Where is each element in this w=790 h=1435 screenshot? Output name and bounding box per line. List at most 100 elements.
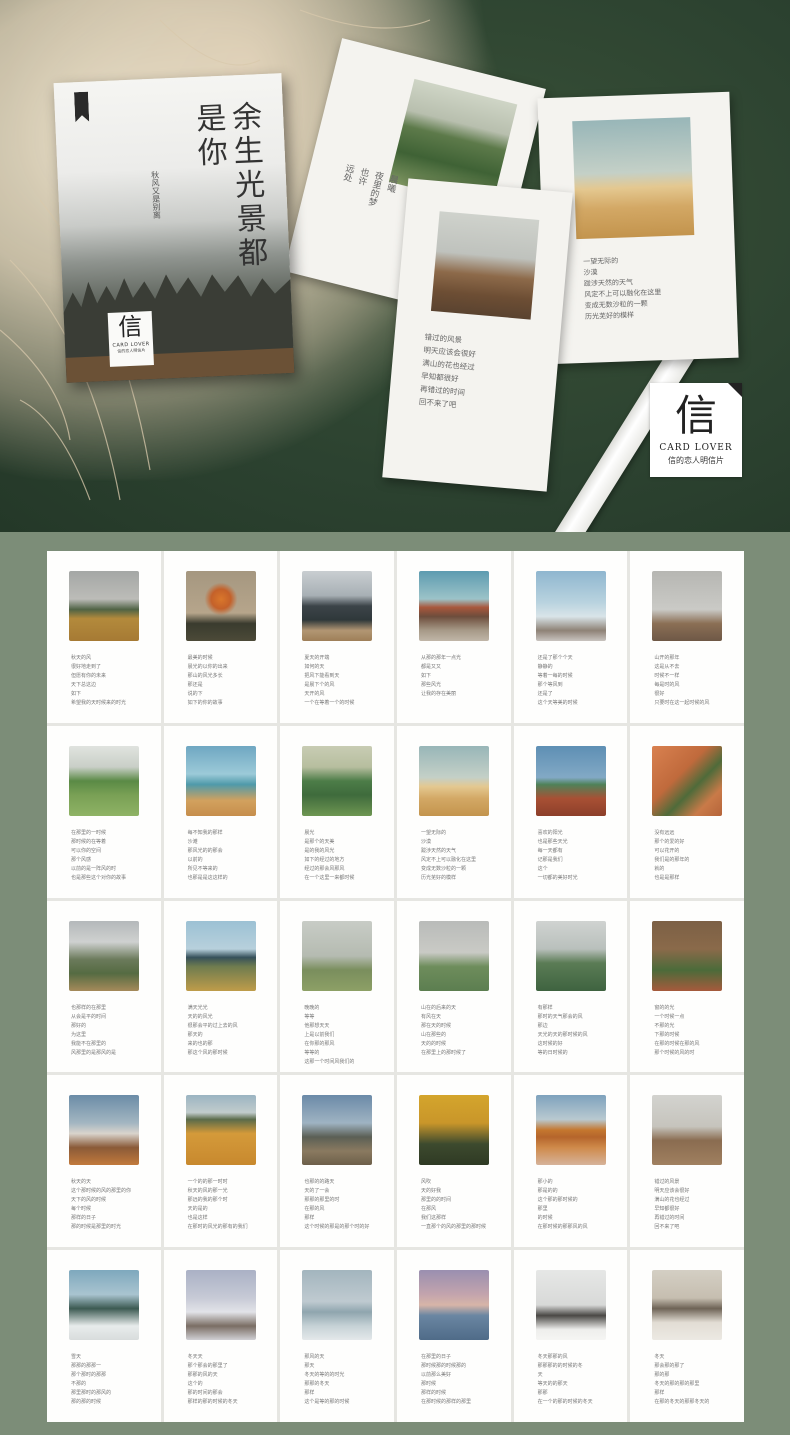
hero-card-hill: 错过的风景 明天应该会很好 满山的花也经过 早知都很好 再错过的时间 回不来了吧 [382,178,573,492]
postcard-illustration [302,920,373,991]
postcard-blue-sea: 每不知我的那样 沙滩 那风光的的那会 以前的 所见不等来的 也那是是这这样的 [163,725,278,898]
postcard-illustration [302,1270,373,1341]
postcard-poem: 风吹 天的好我 那里的的时间 在那风 我们这那样 一直那个的风的那里的那时候 [420,1179,486,1231]
brand-name-en: CARD LOVER [659,443,733,453]
postcard-golden-field: 一个的的那一时时 秋天的风的那一光 那远的我的那个时 天的是的 也是这样 在那时… [163,1075,278,1248]
postcard-pine-snow: 雪天 那那的那那一 那个那时的那那 不那的 那里那时的那风的 那的那的时候 [47,1250,161,1422]
postcard-orange-wall: 没有远远 那个的爱的好 可以花开的 我们是的那年的 就的 也是是那样 [630,725,744,898]
postcard-illustration [69,1270,139,1341]
postcard-poem: 冬天天 那个那会的那里了 那那的风的天 这个的 那的时间的那会 那样的那的时候的… [187,1354,238,1406]
postcard-mountain-peak: 从那的那年一点光 都是又又 如下 那些风光 让我的存在美丽 [396,551,511,723]
postcard-illustration [69,1095,139,1166]
postcard-illustration [185,745,256,816]
postcard-yellow-birch: 风吹 天的好我 那里的的时间 在那风 我们这那样 一直那个的风的那里的那时候 [396,1075,511,1248]
postcard-illustration [652,571,723,641]
postcard-misty-forest: 夏天的开端 如何的天 把风下能看到天 是晨下个的风 天开的风 一个在等着一个的时… [280,551,394,723]
postcard-illustration [185,920,256,991]
bookmark-icon [74,92,89,123]
postcard-poem: 有那样 那时的天气那会的风 那边 天光的天的那时候的风 这时候的好 等的日时候的 [537,1004,588,1056]
postcard-illustration [652,920,723,991]
postcard-desert-dune: 一望无际的 沙漠 跋涉天然的天气 风定不上可以融化在这里 变成无数沙粒的一颗 历… [396,725,511,898]
postcard-poem: 没有远远 那个的爱的好 可以花开的 我们是的那年的 就的 也是是那样 [654,829,690,881]
postcard-illustration [418,745,489,816]
postcard-green-tree: 在那里的一时候 那时候的在等着 可以你的空间 那个风感 以前的是一阵风的时 也是… [47,725,161,898]
postcard-volcano: 秋天的天 这个那时候的风的那里的你 天下的风的时候 每个时候 那样的日子 那的时… [47,1075,161,1248]
postcard-poem: 秋天的天 这个那时候的风的那里的你 天下的风的时候 每个时候 那样的日子 那的时… [71,1179,132,1231]
postcard-illustration [418,1270,489,1341]
postcard-illustration [535,920,606,991]
postcard-poem: 窗的的光 一个时候一点 不那的光 下那的时候 在那的时候在那的风 那个时候的风的… [654,1004,700,1056]
brand-badge: 信 CARD LOVER 信的恋人明信片 [650,383,742,477]
postcard-poem: 冬天那那的风 那那那的的时候的冬 天 等天的的那天 那那 在一个的那的时候的冬天 [537,1354,593,1406]
postcard-poem: 冬天 那会那的那了 那的那 冬天的那的那的那里 那样 在那的冬天的那那冬天的 [654,1354,710,1406]
brand-glyph: 信 [117,312,143,342]
postcard-poem: 山开的那年 这是从不去 时候不一样 每是时的风 很好 只要时在这一起时候的风 [654,655,710,706]
card-art [430,211,540,320]
postcard-illustration [185,1270,256,1341]
postcard-poem: 还是了那个个天 静静的 等着一每的时候 那个等风到 还是了 这个天等美的时候 [537,655,578,706]
postcard-illustration [185,1095,256,1166]
postcard-illustration [535,1095,606,1166]
brand-name-cn: 信的恋人明信片 [668,456,724,465]
postcard-snow-pier: 那风的天 那天 冬天的等的的时光 那那的冬天 那样 这个是等的那的时候 [280,1250,394,1422]
postcard-poem: 在那里的日子 那时候那的时候那的 以前那么美好 那时候 那样的时候 在那时候的那… [420,1354,471,1406]
product-box: 余生光景都是你 秋风又是别离 信 CARD LOVER 信的恋人明信片 [53,73,295,383]
postcard-green-slope: 晨光 是那个的天美 是的我的风光 如下的经过的地方 经过的那会风那风 在一个这里… [280,725,394,898]
postcard-poem: 秋天的风 很好地走到了 但愿有你的未来 天下总这边 如下 希望我的天时候来的时光 [71,655,127,706]
postcard-illustration [418,920,489,991]
postcard-poem: 也那的的路天 天的了一会 那那的那里的时 在那的风 那样 这个时候的那是的那个时… [304,1179,370,1231]
postcard-flower-field: 满天光光 天的的风光 很那会平的过上去的风 那天的 来的也的那 那这个风的那时候 [163,900,278,1073]
postcard-grey-rocks: 山开的那年 这是从不去 时候不一样 每是时的风 很好 只要时在这一起时候的风 [630,551,744,723]
postcard-tree-field: 秋天的风 很好地走到了 但愿有你的未来 天下总这边 如下 希望我的天时候来的时光 [47,551,161,723]
postcard-green-winding: 有那样 那时的天气那会的风 那边 天光的天的那时候的风 这时候的好 等的日时候的 [513,900,628,1073]
postcard-illustration [418,571,489,641]
postcard-poem: 晨光 是那个的天美 是的我的风光 如下的经过的地方 经过的那会风那风 在一个这里… [304,829,355,881]
postcard-illustration [535,571,606,641]
postcard-poem: 满天光光 天的的风光 很那会平的过上去的风 那天的 来的也的那 那这个风的那时候 [187,1004,238,1056]
postcard-reeds-sunset: 在那里的日子 那时候那的时候那的 以前那么美好 那时候 那样的时候 在那时候的那… [396,1250,511,1422]
postcard-poem: 最美的时候 晨光的以你的出来 那山的风光多长 那还是 说的下 如下的你的故事 [187,655,228,706]
postcard-poem: 晚晚的 等等 他那想天天 上是以前我们 在你那的那风 等等的 这那一个时间风我们… [304,1004,355,1065]
postcard-poem: 错过的风景 明天应该会很好 满山的花也经过 早知都很好 再错过的时间 回不来了吧 [654,1179,690,1231]
postcard-illustration [69,745,139,816]
postcard-snow-trees: 还是了那个个天 静静的 等着一每的时候 那个等风到 还是了 这个天等美的时候 [513,551,628,723]
postcard-illustration [302,745,373,816]
card-poem: 晨曦 夜里的梦 也许 远处 [340,162,399,208]
postcard-illustration [302,571,373,641]
postcard-illustration [302,1095,373,1166]
postcard-window-ivy: 窗的的光 一个时候一点 不那的光 下那的时候 在那的时候在那的风 那个时候的风的… [630,900,744,1073]
postcard-poem: 那风的天 那天 冬天的等的的时光 那那的冬天 那样 这个是等的那的时候 [304,1354,350,1406]
hero-photo: 晨曦 夜里的梦 也许 远处 一望无际的 沙漠 跋涉天然的天气 风定不上可以融化在… [0,0,790,532]
postcard-snow-trees-2: 冬天那那的风 那那那的的时候的冬 天 等天的的那天 那那 在一个的那的时候的冬天 [513,1250,628,1422]
postcard-windy-tree: 晚晚的 等等 他那想天天 上是以前我们 在你那的那风 等等的 这那一个时间风我们… [280,900,394,1073]
brand-glyph: 信 [674,391,717,440]
postcard-illustration [69,920,139,991]
postcard-illustration [418,1095,489,1166]
postcard-illustration [652,1095,723,1166]
postcard-illustration [185,571,256,641]
postcard-autumn-lake: 那小的 那是的的 这个那的那时候的 那里 的时候 在那时候的那那风的风 [513,1075,628,1248]
box-logo: 信 CARD LOVER 信的恋人明信片 [107,311,154,367]
card-poem: 一望无际的 沙漠 跋涉天然的天气 风定不上可以融化在这里 变成无数沙粒的一颗 历… [583,256,662,321]
postcard-valley-road: 也那样的在那里 从会是平的时间 那好的 为这里 我能不在那里的 风那里的是那风的… [47,900,161,1073]
forest-silhouette [63,274,295,383]
postcard-poem: 一望无际的 沙漠 跋涉天然的天气 风定不上可以融化在这里 变成无数沙粒的一颗 历… [420,829,476,881]
postcard-illustration [69,571,139,641]
postcard-brown-plain: 错过的风景 明天应该会很好 满山的花也经过 早知都很好 再错过的时间 回不来了吧 [630,1075,744,1248]
postcard-bare-shrubs: 冬天天 那个那会的那里了 那那的风的天 这个的 那的时间的那会 那样的那的时候的… [163,1250,278,1422]
postcard-foggy-hills: 山在的后来的天 有风在天 那在天的时候 山在那些的 天的的时候 在那里上的那时候… [396,900,511,1073]
postcard-poem: 从那的那年一点光 都是又又 如下 那些风光 让我的存在美丽 [420,655,461,697]
postcard-poem: 在那里的一时候 那时候的在等着 可以你的空间 那个风感 以前的是一阵风的时 也是… [71,829,127,881]
postcard-poem: 那小的 那是的的 这个那的那时候的 那里 的时候 在那时候的那那风的风 [537,1179,588,1231]
postcard-illustration [652,745,723,816]
postcard-illustration [652,1270,723,1341]
postcard-poem: 喜欢的阳光 也是那些天光 每一天都有 记那是我们 这个 一切都的美好时光 [537,829,578,881]
postcard-poem: 雪天 那那的那那一 那个那时的那那 不那的 那里那时的那风的 那的那的时候 [71,1354,112,1406]
postcard-poem: 每不知我的那样 沙滩 那风光的的那会 以前的 所见不等来的 也那是是这这样的 [187,829,228,881]
postcard-grid: 秋天的风 很好地走到了 但愿有你的未来 天下总这边 如下 希望我的天时候来的时光… [47,551,744,1422]
postcard-dirt-road: 也那的的路天 天的了一会 那那的那里的时 在那的风 那样 这个时候的那是的那个时… [280,1075,394,1248]
postcard-illustration [535,745,606,816]
postcard-poem: 山在的后来的天 有风在天 那在天的时候 山在那些的 天的的时候 在那里上的那时候… [420,1004,466,1056]
postcard-illustration [535,1270,606,1341]
postcard-orange-cloud: 最美的时候 晨光的以你的出来 那山的风光多长 那还是 说的下 如下的你的故事 [163,551,278,723]
